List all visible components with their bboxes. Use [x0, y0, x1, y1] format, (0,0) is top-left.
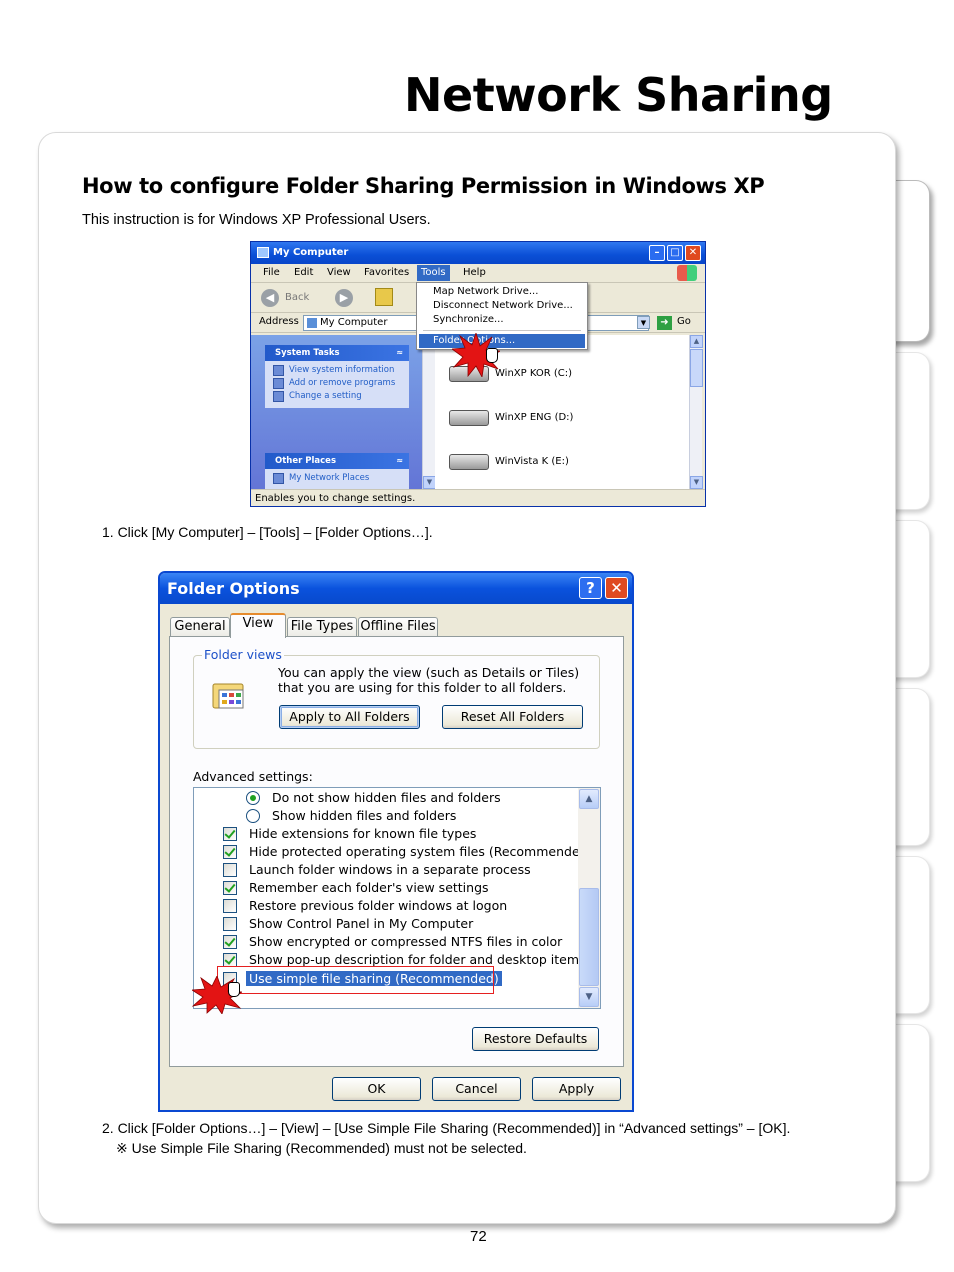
control-panel-icon: [273, 391, 284, 402]
folder-view-icon: [212, 683, 244, 709]
hand-cursor-icon: [228, 982, 240, 997]
tools-menu-dropdown: Map Network Drive... Disconnect Network …: [416, 282, 588, 350]
info-icon: [273, 365, 284, 376]
folder-views-legend: Folder views: [202, 647, 284, 662]
folder-views-group: Folder views You can apply the view (suc…: [193, 647, 600, 749]
menu-separator: [423, 330, 581, 331]
menu-bar: File Edit View Favorites Tools Help: [251, 264, 705, 283]
address-label: Address: [259, 316, 299, 327]
tab-view[interactable]: View: [230, 613, 286, 638]
help-icon[interactable]: ?: [579, 577, 602, 599]
menu-item-folder-options[interactable]: Folder Options...: [419, 334, 585, 348]
scroll-thumb[interactable]: [690, 349, 703, 387]
note-text: ※ Use Simple File Sharing (Recommended) …: [116, 1140, 527, 1156]
drive-list-scrollbar[interactable]: ▲ ▼: [689, 335, 703, 489]
system-tasks-header[interactable]: System Tasks ≈: [265, 345, 409, 361]
task-change-setting[interactable]: Change a setting: [271, 391, 403, 402]
scroll-thumb[interactable]: [579, 888, 599, 986]
other-places-panel: Other Places ≈ My Network Places: [265, 453, 409, 490]
go-label[interactable]: Go: [677, 316, 691, 327]
step-2-text: 2. Click [Folder Options…] – [View] – [U…: [102, 1120, 791, 1136]
page-number: 72: [470, 1228, 487, 1245]
hard-drive-icon: [449, 410, 489, 426]
advanced-settings-scrollbar[interactable]: ▲ ▼: [578, 788, 600, 1008]
my-computer-titlebar: My Computer – □ ✕: [251, 242, 705, 264]
apply-button[interactable]: Apply: [532, 1077, 621, 1101]
apply-to-all-folders-button[interactable]: Apply to All Folders: [279, 705, 420, 729]
programs-icon: [273, 378, 284, 389]
radio-button[interactable]: [246, 809, 260, 823]
checkbox[interactable]: [223, 935, 237, 949]
forward-arrow-icon[interactable]: ▶: [335, 289, 353, 307]
checkbox[interactable]: [223, 881, 237, 895]
system-tasks-panel: System Tasks ≈ View system information Ad…: [265, 345, 409, 408]
window-title: My Computer: [273, 247, 349, 258]
tab-general[interactable]: General: [170, 617, 230, 637]
computer-icon: [307, 318, 317, 328]
windows-logo-icon: [677, 265, 697, 281]
step-1-text: 1. Click [My Computer] – [Tools] – [Fold…: [102, 524, 433, 540]
task-pane-scrollbar[interactable]: ▲ ▼: [422, 335, 436, 489]
drive-e[interactable]: WinVista K (E:): [449, 452, 649, 474]
back-label: Back: [285, 292, 310, 303]
network-icon: [273, 473, 284, 484]
checkbox[interactable]: [223, 953, 237, 967]
go-arrow-icon[interactable]: ➜: [657, 316, 672, 330]
chevron-down-icon[interactable]: ▼: [637, 316, 650, 329]
page-title: Network Sharing: [404, 68, 833, 122]
dialog-title: Folder Options: [167, 579, 300, 598]
back-arrow-icon[interactable]: ◀: [261, 289, 279, 307]
maximize-icon[interactable]: □: [667, 245, 683, 261]
task-view-system-info[interactable]: View system information: [271, 365, 403, 376]
up-folder-icon[interactable]: [375, 288, 393, 306]
close-icon[interactable]: ✕: [685, 245, 701, 261]
menu-item-map-network-drive[interactable]: Map Network Drive...: [419, 285, 585, 299]
scroll-down-icon[interactable]: ▼: [690, 476, 703, 489]
menu-tools[interactable]: Tools: [417, 265, 450, 281]
task-add-remove-programs[interactable]: Add or remove programs: [271, 378, 403, 389]
hard-drive-icon: [449, 454, 489, 470]
restore-defaults-button[interactable]: Restore Defaults: [472, 1027, 599, 1051]
computer-icon: [257, 247, 269, 258]
cancel-button[interactable]: Cancel: [432, 1077, 521, 1101]
tab-file-types[interactable]: File Types: [287, 617, 357, 637]
checkbox[interactable]: [223, 827, 237, 841]
hand-cursor-icon: [486, 348, 498, 363]
other-places-header[interactable]: Other Places ≈: [265, 453, 409, 469]
folder-views-description: You can apply the view (such as Details …: [278, 665, 580, 695]
tab-offline-files[interactable]: Offline Files: [358, 617, 438, 637]
menu-help[interactable]: Help: [463, 267, 486, 278]
menu-favorites[interactable]: Favorites: [364, 267, 409, 278]
folder-options-titlebar: Folder Options ? ✕: [160, 573, 632, 604]
checkbox[interactable]: [223, 845, 237, 859]
intro-text: This instruction is for Windows XP Profe…: [82, 212, 431, 228]
checkbox[interactable]: [223, 863, 237, 877]
menu-item-synchronize[interactable]: Synchronize...: [419, 313, 585, 327]
drive-d[interactable]: WinXP ENG (D:): [449, 408, 649, 430]
advanced-settings-label: Advanced settings:: [193, 769, 313, 784]
menu-file[interactable]: File: [263, 267, 280, 278]
task-network-places[interactable]: My Network Places: [271, 473, 403, 484]
checkbox[interactable]: [223, 917, 237, 931]
scroll-up-icon[interactable]: ▲: [579, 789, 599, 809]
checkbox[interactable]: [223, 899, 237, 913]
menu-item-disconnect-network-drive[interactable]: Disconnect Network Drive...: [419, 299, 585, 313]
ok-button[interactable]: OK: [332, 1077, 421, 1101]
menu-edit[interactable]: Edit: [294, 267, 313, 278]
menu-view[interactable]: View: [327, 267, 351, 278]
section-heading: How to configure Folder Sharing Permissi…: [82, 174, 765, 198]
reset-all-folders-button[interactable]: Reset All Folders: [442, 705, 583, 729]
folder-options-dialog: Folder Options ? ✕ General View File Typ…: [158, 571, 634, 1112]
scroll-up-icon[interactable]: ▲: [690, 335, 703, 348]
callout-highlight-box: [217, 966, 494, 994]
task-pane: System Tasks ≈ View system information Ad…: [251, 335, 422, 490]
radio-button[interactable]: [246, 791, 260, 805]
status-bar: Enables you to change settings.: [251, 489, 705, 506]
scroll-down-icon[interactable]: ▼: [579, 987, 599, 1007]
minimize-icon[interactable]: –: [649, 245, 665, 261]
close-icon[interactable]: ✕: [605, 577, 628, 599]
